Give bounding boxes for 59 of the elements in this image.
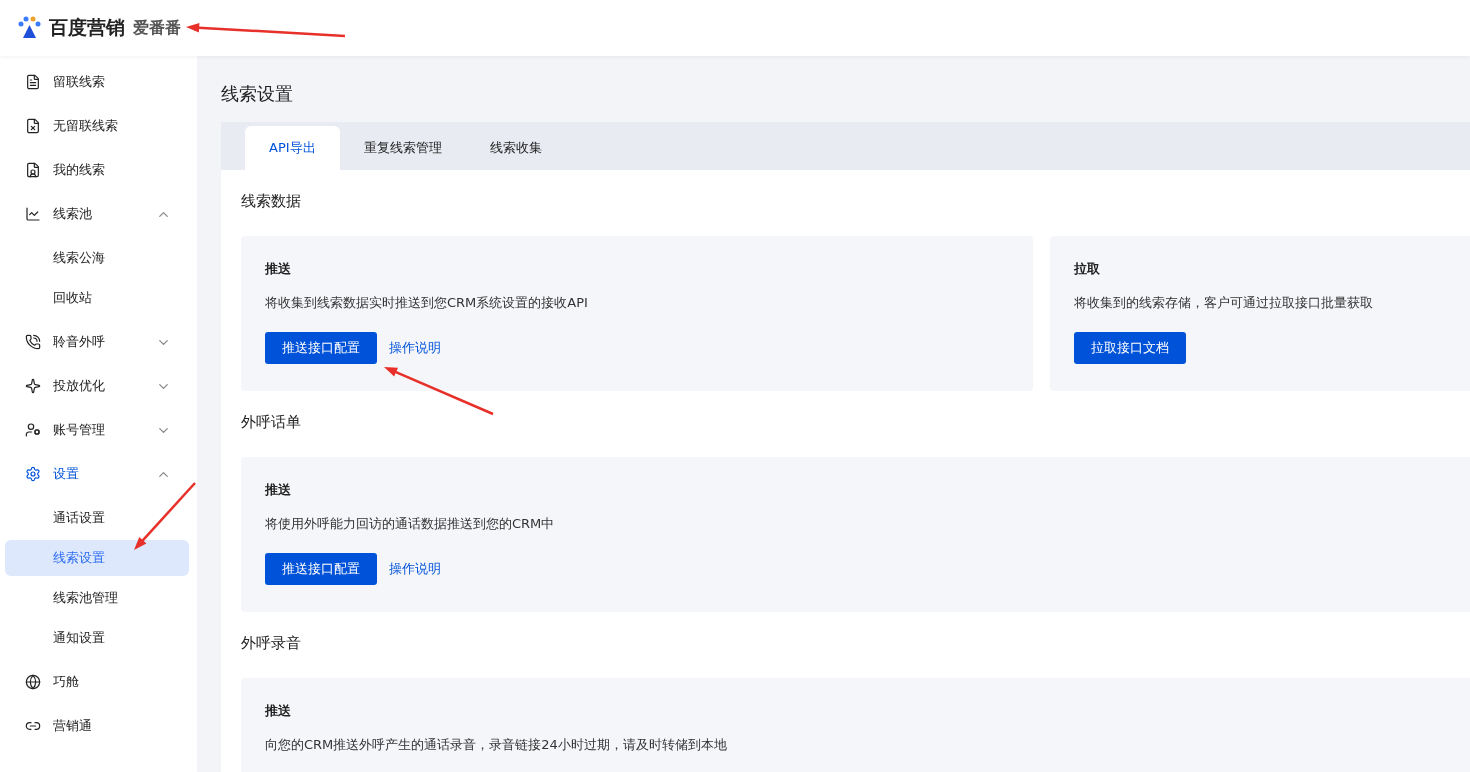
panel-heading: 推送 xyxy=(265,702,292,720)
sidebar-item-label: 线索池 xyxy=(53,205,93,223)
sidebar-item[interactable]: 巧舱 xyxy=(0,660,197,704)
tab[interactable]: 线索收集 xyxy=(465,126,566,170)
sidebar-item[interactable]: 我的线索 xyxy=(0,148,197,192)
document-icon xyxy=(25,74,41,90)
sidebar-item-label: 留联线索 xyxy=(53,73,106,91)
sidebar-subitem[interactable]: 通知设置 xyxy=(5,620,189,656)
sidebar-item-label: 账号管理 xyxy=(53,421,106,439)
config-button[interactable]: 推送接口配置 xyxy=(265,332,377,364)
section-title: 线索数据 xyxy=(241,192,301,211)
panel-description: 将收集到的线索存储，客户可通过拉取接口批量获取 xyxy=(1074,294,1374,312)
sidebar-item[interactable]: 营销通 xyxy=(0,704,197,748)
sidebar-subitem[interactable]: 通话设置 xyxy=(5,500,189,536)
help-link[interactable]: 操作说明 xyxy=(389,560,441,578)
line-chart-icon xyxy=(25,206,41,222)
sidebar-item[interactable]: 聆音外呼 xyxy=(0,320,197,364)
help-link[interactable]: 操作说明 xyxy=(389,339,441,357)
sidebar-item-label: 聆音外呼 xyxy=(53,333,106,351)
panel-heading: 推送 xyxy=(265,481,292,499)
sparkle-icon xyxy=(25,378,41,394)
panel-description: 将收集到线索数据实时推送到您CRM系统设置的接收API xyxy=(265,294,589,312)
config-button[interactable]: 拉取接口文档 xyxy=(1074,332,1186,364)
sidebar-item[interactable]: 账号管理 xyxy=(0,408,197,452)
sidebar-subitem[interactable]: 回收站 xyxy=(5,280,189,316)
brand-name: 百度营销 xyxy=(49,15,125,40)
sidebar-subitem[interactable]: 线索池管理 xyxy=(5,580,189,616)
panel-description: 将使用外呼能力回访的通话数据推送到您的CRM中 xyxy=(265,515,556,533)
panel-heading: 推送 xyxy=(265,260,292,278)
document-user-icon xyxy=(25,162,41,178)
logo-icon xyxy=(17,16,41,40)
page-title: 线索设置 xyxy=(221,82,294,106)
settings-icon xyxy=(25,466,41,482)
globe-icon xyxy=(25,674,41,690)
sidebar-item-label: 无留联线索 xyxy=(53,117,119,135)
config-button[interactable]: 推送接口配置 xyxy=(265,553,377,585)
sidebar-item-label: 投放优化 xyxy=(53,377,106,395)
sidebar-item-label: 设置 xyxy=(53,465,80,483)
sidebar-item-label: 巧舱 xyxy=(53,673,80,691)
sidebar-item[interactable]: 投放优化 xyxy=(0,364,197,408)
annotation-arrow xyxy=(134,482,196,550)
panel-heading: 拉取 xyxy=(1074,260,1101,278)
document-x-icon xyxy=(25,118,41,134)
tab[interactable]: 重复线索管理 xyxy=(339,126,466,170)
sidebar-item[interactable]: 设置 xyxy=(0,452,197,496)
panel-description: 向您的CRM推送外呼产生的通话录音，录音链接24小时过期，请及时转储到本地 xyxy=(265,736,728,754)
sidebar-item[interactable]: 线索池 xyxy=(0,192,197,236)
tab[interactable]: API导出 xyxy=(245,126,340,170)
section-title: 外呼话单 xyxy=(241,413,301,432)
sidebar-subitem[interactable]: 线索公海 xyxy=(5,240,189,276)
sidebar-item-label: 我的线索 xyxy=(53,161,106,179)
sidebar-item[interactable]: 无留联线索 xyxy=(0,104,197,148)
sidebar-subitem[interactable]: 线索设置 xyxy=(5,540,189,576)
user-icon xyxy=(25,422,41,438)
sidebar-item-label: 营销通 xyxy=(53,717,93,735)
product-name: 爱番番 xyxy=(133,17,181,39)
section-title: 外呼录音 xyxy=(241,634,301,653)
sidebar-item[interactable]: 留联线索 xyxy=(0,60,197,104)
phone-icon xyxy=(25,334,41,350)
